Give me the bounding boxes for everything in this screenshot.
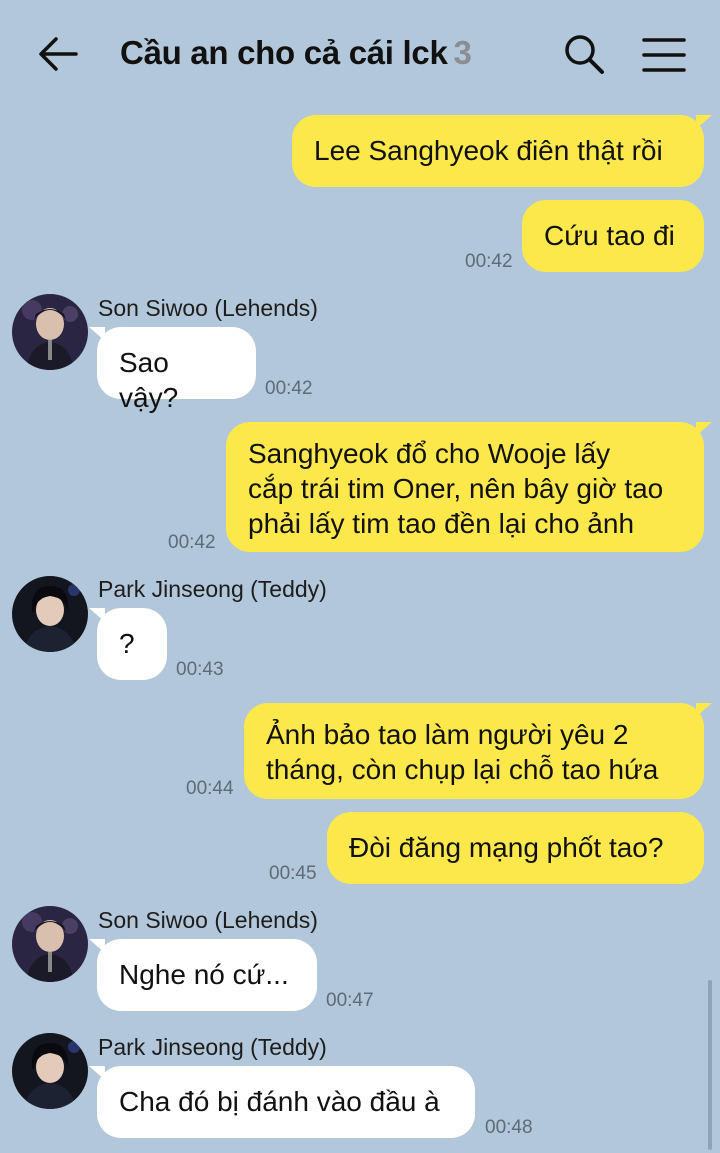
message-text-line: Sanghyeok đổ cho Wooje lấy	[248, 438, 611, 469]
hamburger-menu-icon	[642, 38, 686, 72]
message-bubble-incoming[interactable]: Sao vậy?	[89, 327, 256, 413]
avatar-image	[12, 906, 88, 982]
avatar-image	[12, 1033, 88, 1109]
message-bubble-outgoing[interactable]: Đòi đăng mạng phốt tao?	[327, 812, 704, 884]
member-count: 3	[453, 34, 472, 71]
search-icon	[565, 35, 604, 74]
sender-name: Son Siwoo (Lehends)	[98, 295, 318, 321]
message-bubble-outgoing[interactable]: Ảnh bảo tao làm người yêu 2 tháng, còn c…	[244, 703, 712, 799]
message-text: Sao vậy?	[119, 347, 179, 413]
message-text-line: tháng, còn chụp lại chỗ tao hứa	[266, 754, 659, 785]
chat-header: Cầu an cho cả cái lck 3	[0, 0, 720, 108]
message-text-line: cắp trái tim Oner, nên bây giờ tao	[248, 473, 664, 504]
message-text: Cha đó bị đánh vào đầu à	[119, 1086, 440, 1117]
avatar[interactable]	[12, 294, 88, 370]
chat-room-name: Cầu an cho cả cái lck	[120, 34, 448, 71]
message-time: 00:42	[168, 532, 216, 553]
message-bubble-outgoing[interactable]: Sanghyeok đổ cho Wooje lấy cắp trái tim …	[226, 422, 712, 552]
sender-name: Park Jinseong (Teddy)	[98, 576, 327, 602]
message-time: 00:48	[485, 1117, 533, 1138]
message-bubble-incoming[interactable]: ?	[89, 608, 167, 680]
message-time: 00:47	[326, 990, 374, 1011]
sender-name: Son Siwoo (Lehends)	[98, 907, 318, 933]
message-bubble-outgoing[interactable]: Cứu tao đi	[522, 200, 704, 272]
message-text-line: Ảnh bảo tao làm người yêu 2	[266, 719, 629, 750]
message-text: Nghe nó cứ...	[119, 959, 289, 990]
chat-title: Cầu an cho cả cái lck 3	[120, 34, 472, 72]
message-text: Lee Sanghyeok điên thật rồi	[314, 135, 663, 166]
message-text: Cứu tao đi	[544, 220, 675, 251]
search-button[interactable]	[562, 32, 606, 76]
menu-button[interactable]	[640, 36, 688, 74]
message-time: 00:45	[269, 863, 317, 884]
message-bubble-outgoing[interactable]: Lee Sanghyeok điên thật rồi	[292, 115, 712, 187]
avatar-image	[12, 576, 88, 652]
back-button[interactable]	[36, 34, 80, 74]
avatar[interactable]	[12, 576, 88, 652]
sender-name: Park Jinseong (Teddy)	[98, 1034, 327, 1060]
message-time: 00:44	[186, 778, 234, 799]
message-time: 00:42	[265, 378, 313, 399]
arrow-left-icon	[39, 37, 78, 71]
message-text: Đòi đăng mạng phốt tao?	[349, 832, 664, 863]
message-text-line: phải lấy tim tao đền lại cho ảnh	[248, 508, 635, 539]
avatar-image	[12, 294, 88, 370]
avatar[interactable]	[12, 1033, 88, 1109]
message-text: ?	[119, 628, 135, 659]
message-bubble-incoming[interactable]: Cha đó bị đánh vào đầu à	[89, 1066, 475, 1138]
message-time: 00:43	[176, 659, 224, 680]
avatar[interactable]	[12, 906, 88, 982]
message-time: 00:42	[465, 251, 513, 272]
message-bubble-incoming[interactable]: Nghe nó cứ...	[89, 939, 317, 1011]
scrollbar[interactable]	[708, 980, 712, 1150]
